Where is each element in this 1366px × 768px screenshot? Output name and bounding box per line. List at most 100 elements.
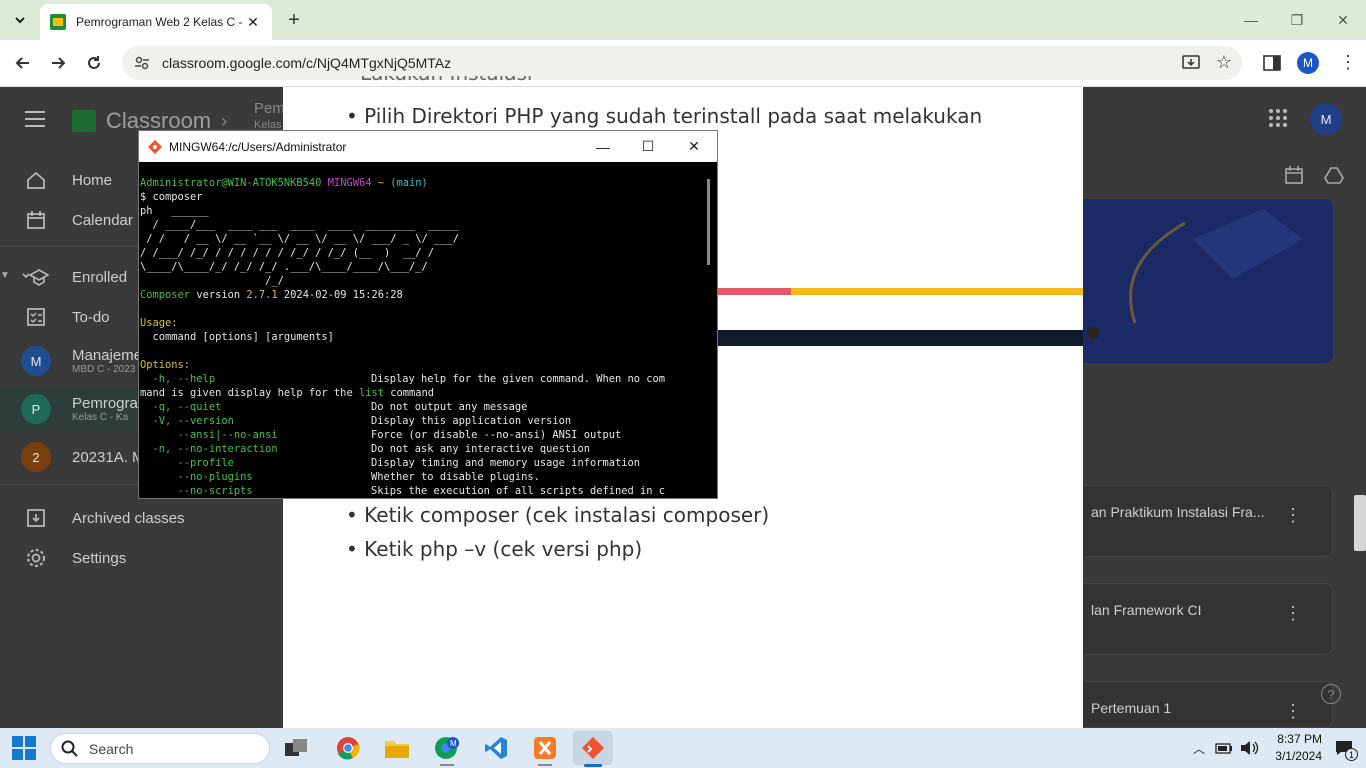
apps-grid-icon[interactable] [1268, 108, 1288, 133]
search-placeholder: Search [89, 740, 134, 757]
sidebar-item-archived[interactable]: Archived classes [0, 498, 283, 538]
terminal-scrollbar[interactable] [707, 179, 710, 265]
terminal-minimize-button[interactable]: — [580, 131, 626, 162]
sidebar-item-label: Home [72, 171, 113, 189]
tab-title: Pemrograman Web 2 Kelas C - C [76, 15, 244, 29]
task-view-icon [285, 739, 307, 756]
minimize-window-button[interactable]: — [1228, 0, 1274, 40]
taskbar-git-bash[interactable] [573, 731, 613, 765]
sidebar-item-sub: Kelas C - Ka [72, 411, 129, 423]
class-banner [1083, 199, 1333, 363]
classwork-title: an Praktikum Instalasi Fra... [1091, 504, 1265, 520]
classwork-title: lan Framework CI [1091, 602, 1202, 618]
taskbar-xampp[interactable] [525, 731, 565, 765]
breadcrumb-chevron-icon: › [221, 110, 228, 131]
reload-button[interactable] [79, 48, 109, 78]
terminal-prompt-line: Administrator@WIN-ATOK5NKB540 MINGW64 ~ … [140, 177, 428, 189]
forward-button[interactable] [43, 48, 73, 78]
slide-bullet: • Pilih Direktori PHP yang sudah terinst… [346, 104, 983, 128]
battery-icon[interactable] [1215, 741, 1233, 760]
taskbar-file-explorer[interactable] [377, 731, 417, 765]
running-indicator [538, 764, 552, 766]
task-view-button[interactable] [276, 731, 316, 765]
todo-icon [0, 307, 72, 327]
terminal-window[interactable]: MINGW64:/c/Users/Administrator — ☐ ✕ Adm… [138, 130, 718, 499]
home-icon [0, 170, 72, 190]
terminal-command: $ composer [140, 191, 203, 203]
option-wrap-line: mand is given display help for the list … [140, 387, 435, 399]
browser-profile-avatar[interactable]: M [1297, 52, 1319, 74]
url-text: classroom.google.com/c/NjQ4MTgxNjQ5MTAz [162, 55, 452, 71]
new-tab-button[interactable]: + [282, 8, 306, 32]
slide-accent-bar-red [717, 288, 791, 295]
install-app-icon[interactable] [1182, 54, 1200, 77]
close-window-button[interactable]: ✕ [1320, 0, 1366, 40]
start-button[interactable] [12, 736, 36, 765]
taskbar-chrome[interactable] [328, 731, 368, 765]
slide-accent-bar-yellow [791, 288, 1083, 295]
classwork-card[interactable]: an Praktikum Instalasi Fra... ⋮ [1083, 485, 1333, 557]
account-avatar[interactable]: M [1310, 103, 1342, 135]
site-info-icon[interactable] [134, 55, 150, 71]
terminal-close-button[interactable]: ✕ [671, 131, 717, 162]
tab-search-button[interactable] [8, 8, 32, 32]
kebab-menu-icon[interactable]: ⋮ [1284, 604, 1302, 622]
address-bar[interactable]: classroom.google.com/c/NjQ4MTgxNjQ5MTAz … [122, 46, 1242, 80]
close-tab-icon[interactable]: ✕ [244, 13, 262, 31]
class-avatar: P [21, 394, 51, 424]
drive-icon[interactable] [1324, 165, 1344, 190]
main-menu-icon[interactable] [24, 110, 46, 133]
sidebar-item-label: 20231A. M [72, 448, 145, 466]
active-indicator [584, 764, 602, 767]
classwork-card[interactable]: lan Framework CI ⋮ [1083, 583, 1333, 655]
notification-center[interactable]: 1 [1335, 740, 1358, 761]
sidebar-item-label: Calendar [72, 211, 133, 229]
taskbar-vscode[interactable] [476, 731, 516, 765]
help-icon[interactable]: ? [1321, 684, 1341, 704]
terminal-maximize-button[interactable]: ☐ [625, 131, 671, 162]
sidebar-item-label: Pemrogra [72, 394, 138, 412]
tray-overflow-chevron-icon[interactable]: ︿ [1193, 740, 1205, 757]
taskbar-chrome-profile[interactable]: M [427, 731, 467, 765]
option-line: --no-scripts Skips the execution of all s… [140, 485, 666, 497]
sidebar-item-settings[interactable]: Settings [0, 538, 283, 578]
git-bash-icon [582, 737, 604, 759]
bookmark-star-icon[interactable]: ☆ [1216, 52, 1232, 73]
terminal-output[interactable]: Administrator@WIN-ATOK5NKB540 MINGW64 ~ … [140, 176, 702, 498]
running-indicator [440, 764, 454, 766]
graduation-cap-icon [1087, 209, 1303, 339]
back-button[interactable] [8, 48, 38, 78]
reload-icon [88, 56, 100, 69]
restore-window-button[interactable]: ❐ [1274, 0, 1320, 40]
arrow-left-icon [15, 57, 29, 69]
archive-icon [0, 508, 72, 528]
enrolled-icon [0, 267, 72, 287]
usage-header: Usage: [140, 317, 178, 329]
class-avatar: 2 [21, 442, 51, 472]
chrome-profile-icon: M [435, 737, 459, 759]
notification-count-badge: 1 [1345, 748, 1358, 761]
more-menu-icon[interactable]: ⋮ [1339, 53, 1357, 71]
class-avatar: M [21, 346, 51, 376]
kebab-menu-icon[interactable]: ⋮ [1284, 506, 1302, 524]
slide-bullet: • Ketik php –v (cek versi php) [346, 537, 643, 561]
system-clock[interactable]: 8:37 PM 3/1/2024 [1262, 731, 1322, 765]
terminal-titlebar[interactable]: MINGW64:/c/Users/Administrator — ☐ ✕ [139, 131, 717, 162]
taskbar-search-box[interactable]: Search [50, 733, 270, 764]
kebab-menu-icon[interactable]: ⋮ [1284, 702, 1302, 720]
page-scrollbar[interactable] [1354, 495, 1366, 551]
classwork-card[interactable]: Pertemuan 1 ⋮ [1083, 681, 1333, 728]
browser-tab-classroom[interactable]: Pemrograman Web 2 Kelas C - C ✕ [40, 4, 272, 40]
option-line: -q, --quiet Do not output any message [140, 401, 528, 413]
volume-icon[interactable] [1239, 739, 1259, 762]
side-panel-icon[interactable] [1262, 53, 1282, 78]
calendar-icon[interactable] [1284, 165, 1304, 190]
ascii-logo-line: \____/\____/_/ /_/ /_/ .___/\____/____/\… [140, 261, 428, 273]
slide-dark-bar [717, 330, 1083, 346]
breadcrumb-class: Pem [254, 100, 285, 117]
classroom-favicon-icon [50, 14, 66, 30]
windows-logo-icon [12, 736, 36, 760]
breadcrumb[interactable]: Pem Kelas [254, 100, 285, 134]
options-header: Options: [140, 359, 191, 371]
enrolled-collapse-icon[interactable]: ▼ [0, 270, 10, 281]
